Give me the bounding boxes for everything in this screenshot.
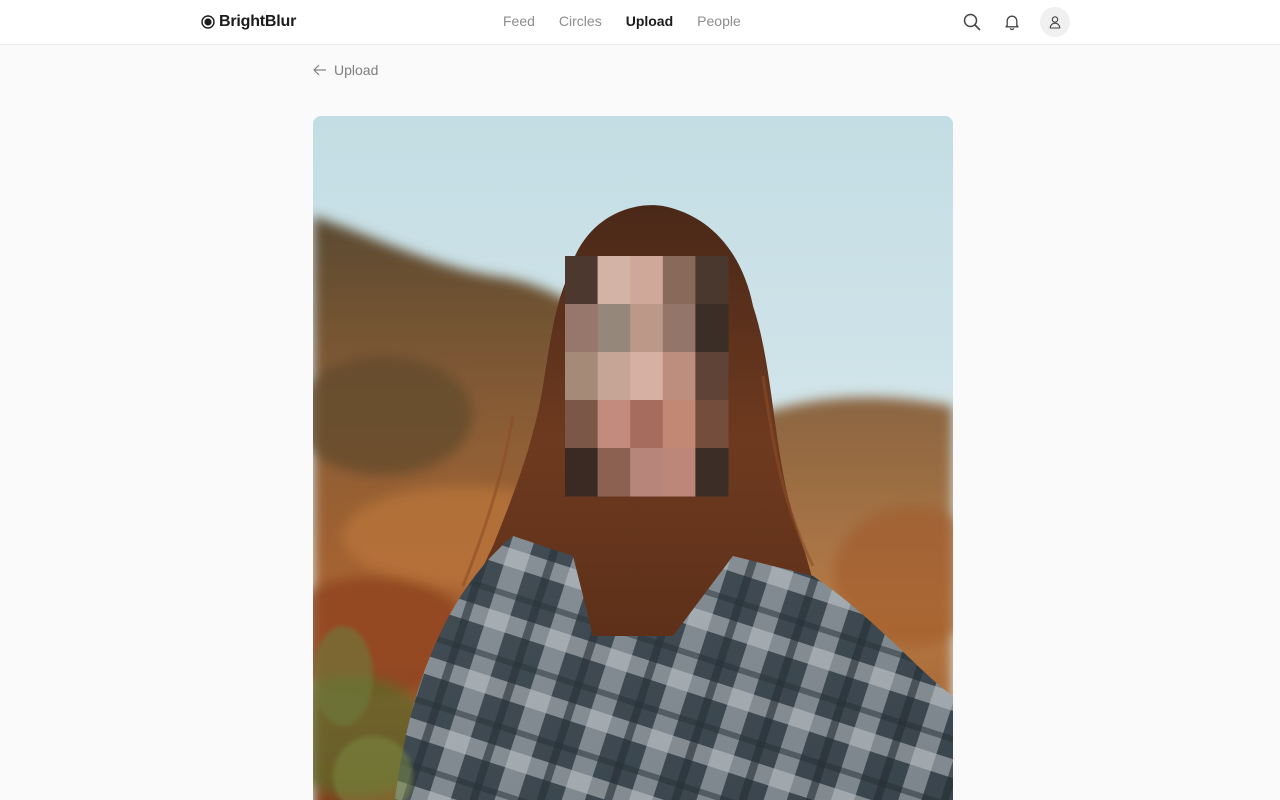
face-pixel — [597, 448, 631, 497]
nav-item-upload[interactable]: Upload — [626, 13, 673, 31]
pixelated-face — [565, 256, 729, 497]
main-nav: Feed Circles Upload People — [503, 13, 741, 31]
face-pixel — [662, 400, 696, 449]
circle-dot-logo-icon — [201, 15, 215, 29]
top-navigation-bar: BrightBlur Feed Circles Upload People — [0, 0, 1280, 45]
nav-item-circles[interactable]: Circles — [559, 13, 602, 31]
face-pixel — [662, 448, 696, 497]
nav-item-people[interactable]: People — [697, 13, 741, 31]
face-pixel — [565, 256, 599, 305]
face-pixel — [695, 256, 729, 305]
arrow-left-icon — [313, 64, 326, 76]
profile-button[interactable] — [1040, 7, 1070, 37]
header-actions — [960, 7, 1070, 37]
back-link[interactable]: Upload — [313, 61, 378, 79]
face-pixel — [630, 256, 664, 305]
face-pixel — [597, 256, 631, 305]
brand-name: BrightBlur — [219, 13, 297, 30]
face-pixel — [662, 256, 696, 305]
bell-icon — [1005, 15, 1019, 31]
photo-canvas — [313, 116, 953, 800]
user-icon — [1049, 16, 1061, 29]
search-button[interactable] — [961, 11, 983, 33]
nav-item-feed[interactable]: Feed — [503, 13, 535, 31]
face-pixel — [597, 304, 631, 353]
face-pixel — [597, 400, 631, 449]
face-pixel — [630, 304, 664, 353]
search-icon — [963, 13, 981, 31]
face-pixel — [597, 352, 631, 401]
back-label: Upload — [334, 62, 379, 78]
face-pixel — [565, 448, 599, 497]
face-pixel — [565, 352, 599, 401]
face-pixel — [565, 304, 599, 353]
face-pixel — [695, 400, 729, 449]
brand-logo[interactable]: BrightBlur — [201, 12, 296, 32]
face-pixel — [630, 352, 664, 401]
face-pixel — [695, 352, 729, 401]
uploaded-photo — [313, 116, 953, 800]
face-pixel — [630, 400, 664, 449]
face-pixel — [662, 352, 696, 401]
face-pixel — [662, 304, 696, 353]
face-pixel — [695, 448, 729, 497]
face-pixel — [565, 400, 599, 449]
notifications-button[interactable] — [1001, 11, 1023, 33]
face-pixel — [695, 304, 729, 353]
face-pixel — [630, 448, 664, 497]
